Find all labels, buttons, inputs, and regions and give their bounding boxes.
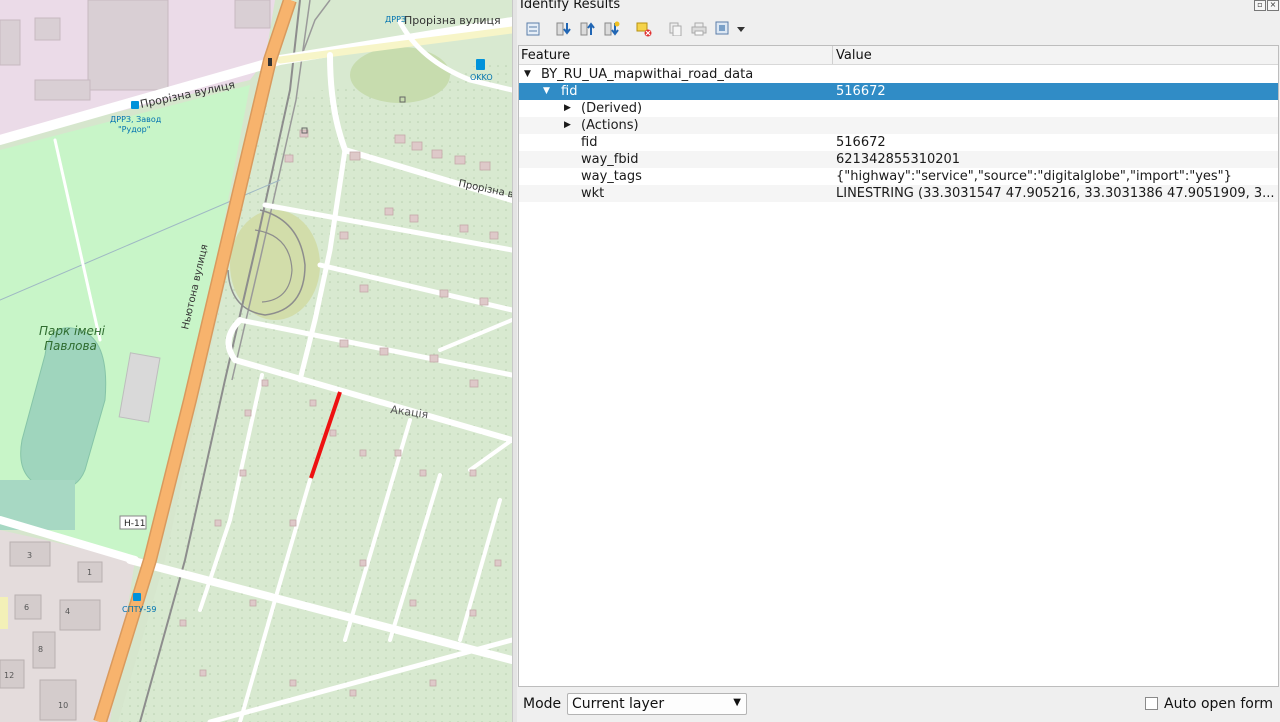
bus-stop-icon-2	[133, 593, 141, 601]
close-icon[interactable]: ×	[1267, 0, 1279, 11]
attribute-name: way_fbid	[581, 152, 639, 167]
building	[0, 597, 8, 629]
building	[39, 679, 77, 721]
bus-stop-icon	[131, 101, 139, 109]
building	[34, 17, 61, 41]
attribute-name: fid	[581, 135, 598, 150]
expand-all-icon[interactable]	[578, 19, 598, 39]
building	[34, 79, 91, 101]
mode-value: Current layer	[572, 696, 665, 712]
label-drrz-top: ДРРЗ	[385, 15, 406, 24]
identify-results-panel: Identify Results ▫ × Feature Value ▼ BY_…	[517, 0, 1280, 722]
results-tree[interactable]: Feature Value ▼ BY_RU_UA_mapwithai_road_…	[518, 45, 1279, 687]
tree-row-actions[interactable]: ▶ (Actions)	[519, 117, 1278, 134]
attribute-name: wkt	[581, 186, 605, 201]
attribute-row[interactable]: wkt LINESTRING (33.3031547 47.905216, 33…	[519, 185, 1278, 202]
mode-label: Mode	[523, 696, 562, 712]
derived-label: (Derived)	[581, 101, 643, 116]
layer-name: BY_RU_UA_mapwithai_road_data	[541, 67, 754, 82]
auto-open-checkbox[interactable]	[1145, 697, 1158, 710]
attribute-value: LINESTRING (33.3031547 47.905216, 33.303…	[836, 186, 1275, 201]
attribute-name: way_tags	[581, 169, 642, 184]
column-divider[interactable]	[832, 46, 833, 64]
actions-label: (Actions)	[581, 118, 639, 133]
attribute-value: 621342855310201	[836, 152, 961, 167]
house-number: 8	[38, 645, 43, 654]
label-park-line2: Павлова	[44, 339, 97, 353]
label-route: Н-11	[124, 519, 145, 529]
house-number: 12	[4, 671, 14, 680]
building	[87, 0, 169, 91]
collapse-arrow-icon[interactable]: ▼	[524, 66, 531, 83]
attribute-value: {"highway":"service","source":"digitalgl…	[836, 169, 1232, 184]
select-mode-icon[interactable]	[714, 19, 748, 39]
expand-arrow-icon[interactable]: ▶	[564, 100, 571, 117]
house-number: 10	[58, 701, 68, 710]
mode-dropdown[interactable]: Current layer ▼	[567, 693, 747, 715]
label-okko: OKKO	[470, 73, 493, 82]
label-drrz-line2: "Рудор"	[118, 125, 150, 134]
house-number: 6	[24, 603, 29, 612]
tree-row-derived[interactable]: ▶ (Derived)	[519, 100, 1278, 117]
expand-tree-icon[interactable]	[523, 19, 543, 39]
expand-arrow-icon[interactable]: ▶	[564, 117, 571, 134]
column-value[interactable]: Value	[836, 46, 872, 64]
panel-title: Identify Results	[520, 0, 621, 12]
attribute-value: 516672	[836, 135, 886, 150]
map-canvas[interactable]: Прорізна вулиця Прорізна вулиця Прорізна…	[0, 0, 512, 722]
identify-toolbar	[517, 16, 1280, 42]
chevron-down-icon: ▼	[733, 697, 741, 708]
meadow	[350, 47, 450, 103]
tree-header: Feature Value	[519, 46, 1278, 65]
label-drrz-line1: ДРРЗ, Завод	[110, 115, 162, 124]
attribute-row[interactable]: fid 516672	[519, 134, 1278, 151]
building	[234, 0, 271, 29]
expand-new-icon[interactable]	[602, 19, 622, 39]
print-icon[interactable]	[689, 19, 709, 39]
house-number: 3	[27, 551, 32, 560]
building	[32, 631, 56, 669]
building	[0, 19, 21, 66]
column-feature[interactable]: Feature	[521, 46, 570, 64]
label-sptu: СПТУ-59	[122, 605, 156, 614]
label-park-line1: Парк імені	[39, 324, 106, 338]
collapse-all-icon[interactable]	[554, 19, 574, 39]
tree-row-layer[interactable]: ▼ BY_RU_UA_mapwithai_road_data	[519, 66, 1278, 83]
house-number: 4	[65, 607, 70, 616]
selected-value: 516672	[836, 84, 886, 99]
label-street-top: Прорізна вулиця	[404, 14, 501, 27]
bottom-bar: Mode Current layer ▼ Auto open form	[517, 690, 1280, 722]
auto-open-label[interactable]: Auto open form	[1164, 696, 1273, 712]
fuel-icon	[476, 59, 485, 70]
selected-field: fid	[561, 84, 578, 99]
collapse-arrow-icon[interactable]: ▼	[543, 83, 550, 100]
map-marker	[268, 58, 272, 66]
copy-icon[interactable]	[665, 19, 685, 39]
attribute-row[interactable]: way_tags {"highway":"service","source":"…	[519, 168, 1278, 185]
attribute-row[interactable]: way_fbid 621342855310201	[519, 151, 1278, 168]
tree-row-selected-feature[interactable]: ▼ fid 516672	[519, 83, 1278, 100]
house-number: 1	[87, 568, 92, 577]
float-icon[interactable]: ▫	[1254, 0, 1266, 11]
clear-results-icon[interactable]	[634, 19, 654, 39]
